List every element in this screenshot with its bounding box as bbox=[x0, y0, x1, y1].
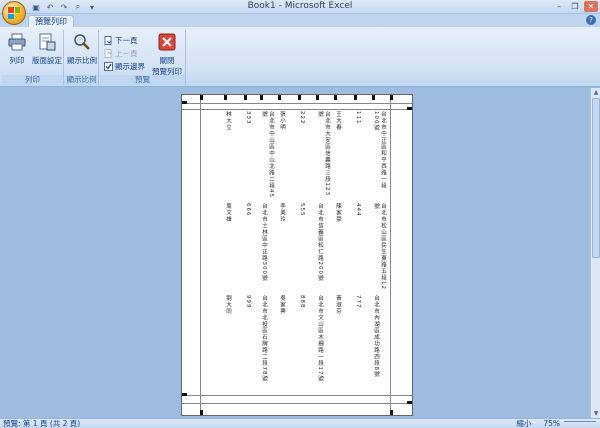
sheet-cell: 999 bbox=[245, 295, 251, 309]
window-controls: – ❐ ✕ bbox=[552, 1, 598, 12]
sheet-cell: 台北市中正區和平西路一段100號 bbox=[373, 111, 386, 189]
sheet-cell: 666 bbox=[245, 203, 251, 217]
column-handle[interactable] bbox=[298, 95, 301, 100]
sheet-cell: 吳家興 bbox=[279, 295, 285, 315]
margin-line-bottom[interactable] bbox=[182, 395, 412, 396]
show-margins-checkbox[interactable]: 顯示邊界 bbox=[104, 61, 145, 72]
column-handle[interactable] bbox=[244, 95, 247, 100]
restore-icon[interactable]: ❐ bbox=[568, 1, 582, 12]
window-title: Book1 - Microsoft Excel bbox=[247, 1, 353, 11]
sheet-cell: 777 bbox=[355, 295, 361, 309]
margin-handle[interactable] bbox=[407, 401, 412, 404]
zoom-out-label[interactable]: 縮小 bbox=[516, 419, 531, 428]
next-page-icon bbox=[104, 36, 112, 45]
sheet-cell: 周文雄 bbox=[225, 203, 231, 223]
group-zoom: 顯示比例 顯示比例 bbox=[65, 30, 99, 85]
column-handle[interactable] bbox=[278, 95, 281, 100]
tab-print-preview[interactable]: 預覽列印 bbox=[28, 15, 74, 27]
sheet-cell: 台北市內湖區成功路四段8號 bbox=[373, 295, 379, 378]
sheet-cell: 台北市文山區木柵路一段17號 bbox=[317, 295, 323, 382]
previous-page-icon bbox=[104, 49, 112, 58]
zoom-slider[interactable] bbox=[564, 421, 596, 426]
column-handle[interactable] bbox=[224, 95, 227, 100]
office-logo-icon bbox=[8, 7, 20, 19]
margin-handle[interactable] bbox=[182, 393, 187, 396]
sheet-cell: 林大立 bbox=[225, 111, 231, 131]
margin-handle[interactable] bbox=[390, 95, 393, 100]
ribbon: 列印 版面設定 列印 顯示比例 顯示比例 下一頁 上一頁 顯示邊界 關閉 預覽列… bbox=[0, 27, 600, 87]
title-bar: ▣ ↶ ↷ ⌕ ▾ Book1 - Microsoft Excel – ❐ ✕ bbox=[0, 0, 600, 14]
sheet-cell: 台北市北投區石牌路二段78號 bbox=[261, 295, 267, 382]
sheet-cell: 王大春 bbox=[335, 111, 341, 131]
column-handle[interactable] bbox=[372, 95, 375, 100]
margin-handle[interactable] bbox=[407, 107, 412, 110]
sheet-cell: 李美玲 bbox=[279, 203, 285, 223]
group-label-preview: 預覽 bbox=[100, 75, 185, 85]
scrollbar-thumb[interactable] bbox=[592, 98, 600, 258]
column-handle[interactable] bbox=[316, 95, 319, 100]
zoom-magnifier-icon bbox=[74, 34, 90, 50]
sheet-cell: 888 bbox=[299, 295, 305, 309]
previous-page-button[interactable]: 上一頁 bbox=[104, 48, 138, 59]
zoom-level[interactable]: 75% bbox=[543, 419, 560, 428]
printer-icon bbox=[8, 33, 26, 51]
sheet-cell: 444 bbox=[355, 203, 361, 217]
column-handle[interactable] bbox=[334, 95, 337, 100]
vertical-scrollbar[interactable]: ▲ ▼ bbox=[590, 88, 600, 418]
margin-line-header[interactable] bbox=[182, 103, 412, 104]
group-print: 列印 版面設定 列印 bbox=[2, 30, 64, 85]
page-setup-button[interactable]: 版面設定 bbox=[32, 33, 62, 66]
checkbox-checked-icon bbox=[104, 62, 113, 71]
margin-line-footer[interactable] bbox=[182, 403, 412, 404]
sheet-cell: 黃淑芬 bbox=[335, 295, 341, 315]
sheet-cell: 222 bbox=[299, 111, 305, 125]
sheet-cell: 111 bbox=[355, 111, 361, 125]
minimize-icon[interactable]: – bbox=[552, 1, 566, 12]
margin-handle[interactable] bbox=[200, 410, 203, 415]
ribbon-tabs: 預覽列印 ? bbox=[0, 14, 600, 27]
page-setup-icon bbox=[39, 33, 56, 51]
print-button[interactable]: 列印 bbox=[4, 33, 30, 66]
margin-handle[interactable] bbox=[390, 410, 393, 415]
column-handle[interactable] bbox=[260, 95, 263, 100]
help-icon[interactable]: ? bbox=[586, 15, 596, 25]
scroll-down-icon[interactable]: ▼ bbox=[591, 409, 600, 418]
sheet-cell: 333 bbox=[245, 111, 251, 125]
scroll-up-icon[interactable]: ▲ bbox=[591, 88, 600, 97]
sheet-cell: 陳家豪 bbox=[335, 203, 341, 223]
page-status: 預覽: 第 1 頁 (共 2 頁) bbox=[3, 419, 81, 428]
close-window-icon[interactable]: ✕ bbox=[584, 1, 598, 12]
preview-page: 台北市中正區和平西路一段100號 111 王大春 台北市大安區信義路三段123號… bbox=[181, 94, 413, 416]
margin-line-left[interactable] bbox=[200, 95, 201, 415]
group-label-print: 列印 bbox=[2, 75, 63, 85]
sheet-cell: 台北市大安區信義路三段123號 bbox=[317, 111, 330, 196]
zoom-status: 縮小 75% bbox=[516, 419, 560, 428]
margin-handle[interactable] bbox=[200, 95, 203, 100]
margin-line-top[interactable] bbox=[182, 109, 412, 110]
group-label-zoom: 顯示比例 bbox=[65, 75, 98, 85]
sheet-cell: 555 bbox=[299, 203, 305, 217]
close-preview-icon bbox=[158, 33, 176, 51]
sheet-cell: 台北市中山區中山北路二段45號 bbox=[261, 111, 274, 198]
close-preview-button[interactable]: 關閉 預覽列印 bbox=[150, 33, 184, 77]
sheet-cell: 台北市信義區松仁路200號 bbox=[317, 203, 323, 282]
next-page-button[interactable]: 下一頁 bbox=[104, 35, 138, 46]
status-bar: 預覽: 第 1 頁 (共 2 頁) 縮小 75% bbox=[0, 418, 600, 428]
office-button[interactable] bbox=[2, 1, 26, 25]
column-handle[interactable] bbox=[354, 95, 357, 100]
sheet-cell: 台北市士林區中正路300號 bbox=[261, 203, 267, 282]
margin-handle[interactable] bbox=[182, 101, 187, 104]
sheet-cell: 張小明 bbox=[279, 111, 285, 131]
margin-line-right[interactable] bbox=[390, 95, 391, 415]
zoom-button[interactable]: 顯示比例 bbox=[66, 33, 98, 66]
sheet-cell: 台北市松山區民生東路五段12號 bbox=[373, 203, 386, 290]
sheet-cell: 劉大同 bbox=[225, 295, 231, 315]
group-preview: 下一頁 上一頁 顯示邊界 關閉 預覽列印 預覽 bbox=[100, 30, 186, 85]
